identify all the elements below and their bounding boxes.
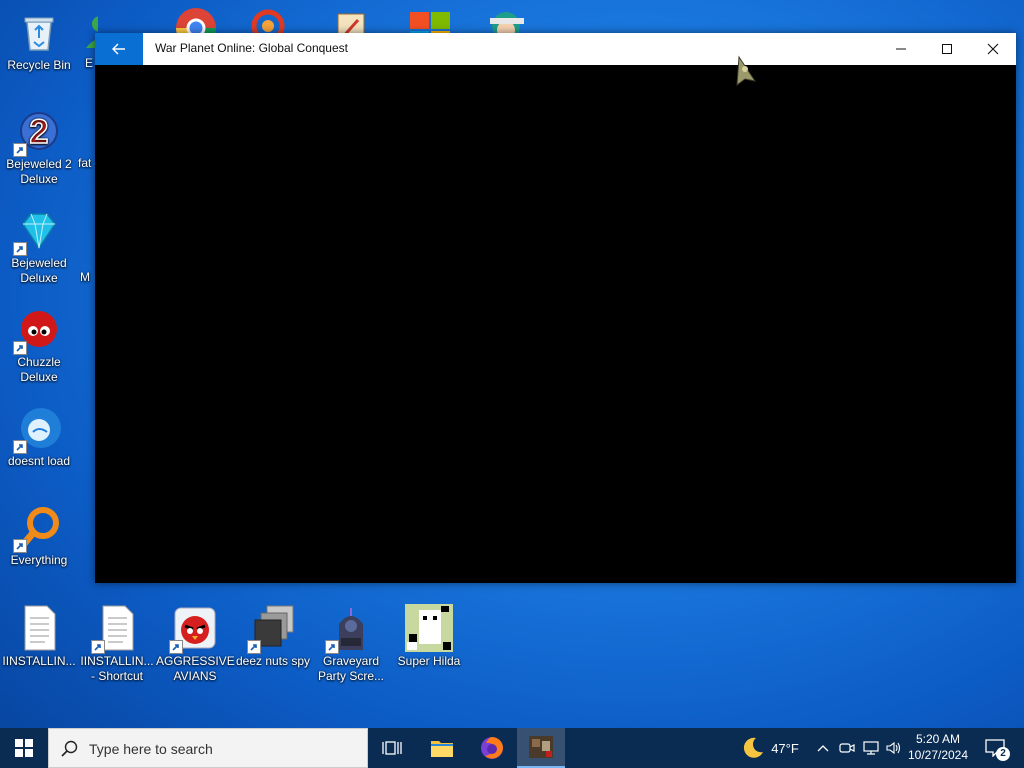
chrome-icon[interactable] [172,4,220,34]
taskbar-search-box[interactable]: Type here to search [48,728,368,768]
chevron-up-icon [817,745,829,752]
moon-icon [744,737,764,758]
clock-date: 10/27/2024 [907,748,969,762]
volume-button[interactable] [883,728,905,768]
desktop-icon-bejeweled[interactable]: Bejeweled Deluxe [0,206,78,286]
shortcut-arrow-icon [13,539,27,553]
file-explorer-button[interactable] [418,728,466,768]
maximize-icon [942,44,952,54]
clock[interactable]: 5:20 AM 10/27/2024 [906,731,970,763]
task-view-icon [382,741,402,755]
desktop-icon-recycle-bin[interactable]: Recycle Bin [0,8,78,73]
back-button[interactable] [95,33,143,65]
folder-icon [431,741,453,757]
weather-widget[interactable]: 47°F [730,728,810,768]
close-icon [987,43,999,55]
war-planet-app-icon [529,736,553,758]
desktop-icon-partial[interactable]: M [80,270,95,285]
bird-app-icon [13,404,63,454]
windows-stack-icon [247,604,297,654]
windows-logo-icon [15,739,33,757]
svg-text:2: 2 [30,113,49,151]
shortcut-arrow-icon [325,640,339,654]
minimize-button[interactable] [878,33,924,65]
app-icon-character[interactable] [484,6,532,34]
meet-now-button[interactable] [836,728,858,768]
shortcut-arrow-icon [247,640,261,654]
volume-icon [886,741,901,755]
network-icon [863,741,879,755]
graveyard-icon [325,604,375,654]
desktop-icon-label: IINSTALLIN... - Shortcut [80,654,154,683]
desktop-icon-installing[interactable]: IINSTALLIN... [0,604,78,669]
window-title-bar[interactable]: War Planet Online: Global Conquest [95,33,1016,65]
desktop-icon-everything[interactable]: Everything [0,503,78,568]
close-button[interactable] [970,33,1016,65]
recycle-bin-icon [15,8,63,56]
network-button[interactable] [860,728,882,768]
camera-icon [839,743,855,753]
cursor-sprite-icon [733,55,759,87]
bejeweled2-icon: 2 [13,107,63,157]
desktop-icon-doesnt-load[interactable]: doesnt load [0,404,78,469]
desktop-icon-graveyard[interactable]: Graveyard Party Scre... [312,604,390,684]
firefox-button[interactable] [468,728,516,768]
taskbar: Type here to search 47°F 5:20 AM 10/27/2… [0,728,1024,768]
desktop-icon-label: doesnt load [7,454,71,468]
notification-badge: 2 [996,747,1010,761]
angry-bird-icon [169,604,219,654]
pixel-art-icon [405,604,453,652]
app-icon-scroll[interactable] [332,8,372,34]
clock-time: 5:20 AM [915,732,961,746]
desktop-icon-label: Bejeweled Deluxe [11,256,67,285]
document-icon [91,604,141,654]
notifications-button[interactable]: 2 [978,728,1012,768]
shortcut-arrow-icon [91,640,105,654]
desktop-icon-label: Everything [10,553,68,567]
desktop-icon-label: AGGRESSIVE AVIANS [156,654,235,683]
app-window: War Planet Online: Global Conquest [95,33,1016,583]
task-view-button[interactable] [368,728,416,768]
desktop-icon-super-hilda[interactable]: Super Hilda [390,604,468,669]
chuzzle-icon [13,305,63,355]
desktop-icon-label: Graveyard Party Scre... [317,654,385,683]
desktop-icon-label: deez nuts spy [235,654,311,668]
shortcut-arrow-icon [13,143,27,157]
maximize-button[interactable] [924,33,970,65]
weather-temp: 47°F [771,740,799,756]
back-arrow-icon [112,43,125,55]
desktop-icon-chuzzle[interactable]: Chuzzle Deluxe [0,305,78,385]
bejeweled-icon [13,206,63,256]
desktop-icon-label: M [80,270,90,284]
desktop-icon-label: IINSTALLIN... [2,654,76,668]
desktop-icon-label: Recycle Bin [7,58,71,72]
shortcut-arrow-icon [13,242,27,256]
show-hidden-icons-button[interactable] [812,728,834,768]
minimize-icon [896,48,906,50]
start-button[interactable] [0,728,48,768]
desktop-icon-deez-nuts-spy[interactable]: deez nuts spy [234,604,312,669]
desktop-icon-installing-shortcut[interactable]: IINSTALLIN... - Shortcut [78,604,156,684]
desktop-icon-aggressive-avians[interactable]: AGGRESSIVE AVIANS [156,604,235,684]
desktop-icon-label: Super Hilda [397,654,461,668]
search-placeholder: Type here to search [89,741,213,757]
firefox-icon [481,737,503,759]
app-icon-windows[interactable] [408,8,452,34]
app-icon-red[interactable] [250,6,290,34]
desktop-icon-label: Bejeweled 2 Deluxe [6,157,72,186]
shortcut-arrow-icon [13,440,27,454]
game-content-area[interactable] [95,65,1016,583]
shortcut-arrow-icon [169,640,183,654]
shortcut-arrow-icon [13,341,27,355]
desktop-icon-label: Chuzzle Deluxe [17,355,61,384]
search-icon [61,740,78,757]
desktop-icon-bejeweled-2[interactable]: 2 Bejeweled 2 Deluxe [0,107,78,187]
window-title: War Planet Online: Global Conquest [155,41,348,55]
document-icon [15,604,63,652]
everything-icon [13,503,63,553]
taskbar-app-war-planet[interactable] [517,728,565,768]
